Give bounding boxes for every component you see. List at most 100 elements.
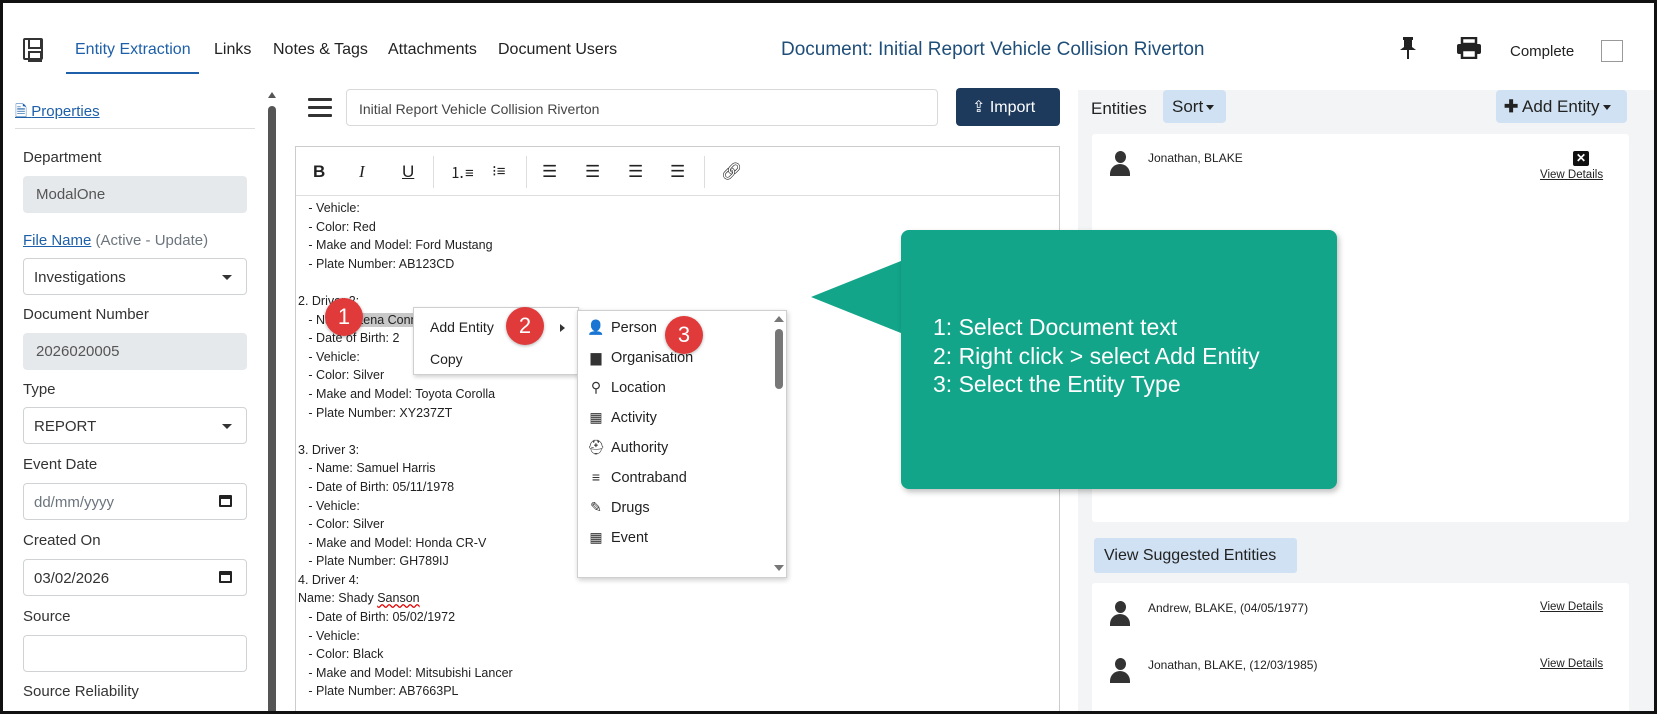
properties-link[interactable]: 🗎 Properties	[15, 101, 100, 126]
submenu-scrollbar[interactable]	[773, 313, 785, 575]
left-panel-scrollbar[interactable]	[266, 90, 278, 711]
sort-button[interactable]: Sort	[1163, 90, 1226, 123]
entity-type-event[interactable]: ▦ Event	[586, 529, 648, 546]
add-entity-menu-item[interactable]: Add Entity	[430, 319, 494, 335]
spellcheck-flagged-word[interactable]: Sanson	[377, 591, 419, 605]
person-icon	[1109, 601, 1131, 627]
entity-type-activity[interactable]: ▦ Activity	[586, 409, 657, 426]
step-badge-1: 1	[325, 298, 363, 336]
print-icon[interactable]	[1456, 36, 1482, 60]
calendar-icon[interactable]	[219, 495, 232, 507]
file-name-label: File Name (Active - Update)	[23, 232, 208, 249]
entity-type-contraband[interactable]: ≡ Contraband	[586, 469, 687, 486]
align-center-icon[interactable]: ☰	[585, 162, 600, 182]
align-justify-icon[interactable]: ☰	[670, 162, 685, 182]
entity-type-label: Location	[611, 380, 666, 396]
entity-type-label: Activity	[611, 410, 657, 426]
import-button[interactable]: ⇪ Import	[956, 88, 1060, 126]
file-name-status: (Active - Update)	[95, 232, 209, 249]
tab-notes-tags[interactable]: Notes & Tags	[273, 41, 368, 59]
unordered-list-icon[interactable]: ⁝≡	[492, 162, 506, 180]
align-right-icon[interactable]: ☰	[628, 162, 643, 182]
authority-icon: ⛑	[587, 439, 605, 455]
sort-label: Sort	[1172, 97, 1204, 116]
chevron-down-icon	[222, 275, 232, 280]
entity-type-label: Authority	[611, 440, 669, 456]
source-label: Source	[23, 608, 71, 625]
entity-type-location[interactable]: ⚲ Location	[586, 379, 666, 396]
event-date-placeholder: dd/mm/yyyy	[34, 494, 115, 511]
save-icon[interactable]	[23, 38, 43, 62]
person-icon: 👤	[587, 319, 605, 335]
event-date-input[interactable]: dd/mm/yyyy	[23, 483, 247, 520]
suggested-entity-name: Andrew, BLAKE, (04/05/1977)	[1148, 601, 1309, 615]
entity-name: Jonathan, BLAKE	[1148, 151, 1243, 165]
document-number-label: Document Number	[23, 306, 149, 323]
link-icon[interactable]: 🔗︎	[721, 162, 743, 182]
person-icon	[1109, 658, 1131, 684]
add-entity-label: Add Entity	[1522, 97, 1600, 116]
department-field: ModalOne	[23, 176, 247, 213]
align-left-icon[interactable]: ☰	[542, 162, 557, 182]
location-icon: ⚲	[590, 379, 602, 395]
callout-line-3: 3: Select the Entity Type	[933, 371, 1181, 397]
entity-type-authority[interactable]: ⛑ Authority	[586, 439, 668, 456]
source-input[interactable]	[23, 635, 247, 672]
file-name-link[interactable]: File Name	[23, 232, 91, 249]
scroll-up-icon[interactable]	[268, 92, 276, 98]
scroll-down-icon[interactable]	[774, 565, 784, 571]
pin-icon[interactable]	[1399, 36, 1417, 66]
document-title-input[interactable]: Initial Report Vehicle Collision Riverto…	[346, 89, 938, 126]
tab-links[interactable]: Links	[214, 41, 251, 59]
document-icon: 🗎	[15, 103, 28, 120]
view-suggested-entities-button[interactable]: View Suggested Entities	[1094, 538, 1297, 573]
divider	[15, 128, 255, 129]
type-select[interactable]: REPORT	[23, 407, 247, 444]
entities-label: Entities	[1091, 99, 1147, 118]
view-details-link[interactable]: View Details	[1540, 658, 1603, 670]
view-details-link[interactable]: View Details	[1540, 169, 1603, 181]
drugs-icon: ✎	[590, 499, 602, 515]
file-name-select[interactable]: Investigations	[23, 258, 247, 295]
created-on-input[interactable]: 03/02/2026	[23, 559, 247, 596]
callout-line-1: 1: Select Document text	[933, 314, 1178, 340]
bold-button[interactable]: B	[313, 162, 325, 182]
scroll-thumb[interactable]	[268, 106, 276, 711]
tab-attachments[interactable]: Attachments	[388, 41, 477, 59]
chevron-down-icon	[1602, 105, 1611, 111]
organisation-icon: ▆	[590, 349, 602, 365]
properties-label: Properties	[31, 103, 100, 120]
underline-button[interactable]: U	[402, 162, 414, 182]
ordered-list-icon[interactable]: ⒈≡	[450, 162, 474, 183]
department-label: Department	[23, 149, 102, 166]
text-line: - Color: Black	[298, 647, 384, 662]
entity-type-label: Event	[611, 530, 649, 546]
calendar-icon[interactable]	[219, 571, 232, 583]
document-title: Document: Initial Report Vehicle Collisi…	[781, 39, 1205, 60]
step-badge-2: 2	[506, 307, 544, 345]
text-line: - Make and Model: Mitsubishi Lancer	[298, 665, 513, 680]
text-line: Name: Shady Sanson	[298, 589, 1018, 608]
toolbar-divider	[704, 156, 705, 188]
close-icon[interactable]: ✕	[1573, 151, 1589, 166]
toolbar-divider	[433, 156, 434, 188]
view-details-link[interactable]: View Details	[1540, 601, 1603, 613]
copy-menu-item[interactable]: Copy	[430, 351, 463, 367]
complete-checkbox[interactable]	[1601, 40, 1623, 62]
entity-type-label: Drugs	[611, 500, 650, 516]
scroll-thumb[interactable]	[775, 329, 783, 389]
active-tab-underline	[66, 72, 199, 74]
scroll-up-icon[interactable]	[774, 316, 784, 322]
step-badge-3: 3	[665, 316, 703, 354]
add-entity-button[interactable]: ✚ Add Entity	[1496, 90, 1627, 123]
menu-icon[interactable]	[308, 98, 332, 118]
entity-type-person[interactable]: 👤 Person	[586, 319, 657, 336]
tab-document-users[interactable]: Document Users	[498, 41, 617, 59]
text-line: - Plate Number: AB7663PL	[298, 684, 459, 699]
italic-button[interactable]: I	[359, 162, 365, 182]
tab-entity-extraction[interactable]: Entity Extraction	[75, 41, 191, 59]
type-value: REPORT	[34, 418, 97, 435]
chevron-down-icon	[222, 424, 232, 429]
entity-type-drugs[interactable]: ✎ Drugs	[586, 499, 650, 516]
context-menu: Add Entity Copy	[413, 307, 579, 375]
